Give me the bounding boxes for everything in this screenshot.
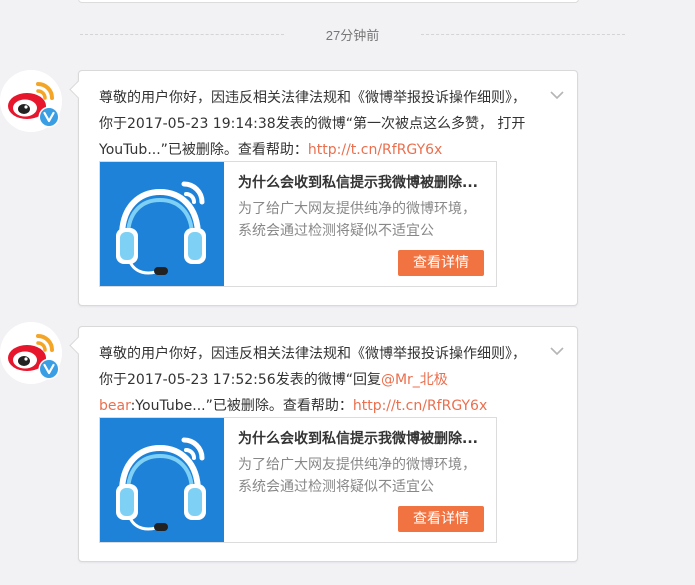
- chevron-down-icon[interactable]: [549, 89, 565, 101]
- headphones-icon: [116, 437, 206, 531]
- help-link[interactable]: http://t.cn/RfRGY6x: [308, 142, 442, 158]
- avatar[interactable]: [0, 70, 62, 132]
- article-title: 为什么会收到私信提示我微博被删除...: [238, 431, 478, 447]
- view-details-button[interactable]: 查看详情: [398, 250, 484, 276]
- article-description: 为了给广大网友提供纯净的微博环境，系统会通过检测将疑似不适宜公: [238, 457, 476, 495]
- message-card: 尊敬的用户你好，因违反相关法律法规和《微博举报投诉操作细则》，你于2017-05…: [78, 326, 578, 562]
- help-link[interactable]: http://t.cn/RfRGY6x: [353, 398, 487, 414]
- message-card: 尊敬的用户你好，因违反相关法律法规和《微博举报投诉操作细则》，你于2017-05…: [78, 70, 578, 306]
- divider-line-right: [421, 33, 625, 35]
- article-thumbnail: [100, 162, 224, 286]
- avatar[interactable]: [0, 322, 62, 384]
- divider-line-left: [80, 33, 284, 35]
- message-text: 尊敬的用户你好，因违反相关法律法规和《微博举报投诉操作细则》，你于2017-05…: [99, 341, 529, 419]
- message-body: 尊敬的用户你好，因违反相关法律法规和《微博举报投诉操作细则》，你于2017-05…: [99, 346, 526, 388]
- help-article-card[interactable]: 为什么会收到私信提示我微博被删除... 为了给广大网友提供纯净的微博环境，系统会…: [99, 417, 497, 543]
- help-article-card[interactable]: 为什么会收到私信提示我微博被删除... 为了给广大网友提供纯净的微博环境，系统会…: [99, 161, 497, 287]
- message-body-tail: :YouTube...”已被删除。查看帮助：: [130, 398, 353, 414]
- verified-badge-icon: [38, 358, 60, 380]
- message-text: 尊敬的用户你好，因违反相关法律法规和《微博举报投诉操作细则》，你于2017-05…: [99, 85, 529, 163]
- headphones-icon: [116, 181, 206, 275]
- view-details-button[interactable]: 查看详情: [398, 506, 484, 532]
- verified-badge-icon: [38, 106, 60, 128]
- previous-message-card: [78, 0, 579, 3]
- article-description: 为了给广大网友提供纯净的微博环境，系统会通过检测将疑似不适宜公: [238, 201, 476, 239]
- time-divider: 27分钟前: [80, 24, 625, 44]
- article-thumbnail: [100, 418, 224, 542]
- article-title: 为什么会收到私信提示我微博被删除...: [238, 175, 478, 191]
- chevron-down-icon[interactable]: [549, 345, 565, 357]
- time-divider-label: 27分钟前: [325, 27, 380, 43]
